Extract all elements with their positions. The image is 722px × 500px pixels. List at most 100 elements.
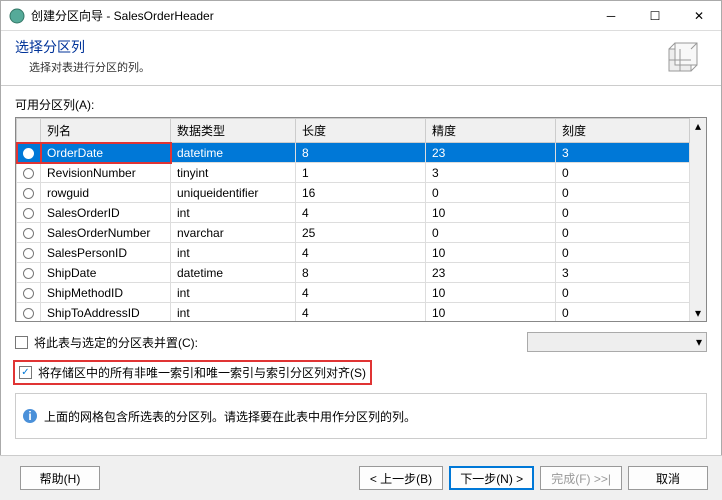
table-row[interactable]: OrderDate datetime 8 23 3	[17, 143, 690, 163]
table-row[interactable]: RevisionNumber tinyint 1 3 0	[17, 163, 690, 183]
cell-length: 4	[296, 203, 426, 223]
row-radio[interactable]	[17, 163, 41, 183]
cell-name: ShipDate	[41, 263, 171, 283]
partition-cube-icon	[663, 37, 703, 77]
cell-scale: 0	[556, 223, 690, 243]
cell-type: datetime	[171, 143, 296, 163]
row-radio[interactable]	[17, 183, 41, 203]
cell-name: rowguid	[41, 183, 171, 203]
app-icon	[9, 8, 25, 24]
table-row[interactable]: SalesPersonID int 4 10 0	[17, 243, 690, 263]
help-button[interactable]: 帮助(H)	[20, 466, 100, 490]
next-button[interactable]: 下一步(N) >	[449, 466, 534, 490]
cell-type: uniqueidentifier	[171, 183, 296, 203]
table-row[interactable]: SalesOrderNumber nvarchar 25 0 0	[17, 223, 690, 243]
col-header-length[interactable]: 长度	[296, 119, 426, 143]
titlebar: 创建分区向导 - SalesOrderHeader ─ ☐ ✕	[1, 1, 721, 31]
cell-name: ShipToAddressID	[41, 303, 171, 323]
cell-precision: 0	[426, 223, 556, 243]
cell-precision: 0	[426, 183, 556, 203]
cell-name: SalesOrderNumber	[41, 223, 171, 243]
collocate-label: 将此表与选定的分区表并置(C):	[34, 334, 198, 351]
col-header-scale[interactable]: 刻度	[556, 119, 690, 143]
cell-length: 4	[296, 303, 426, 323]
cell-precision: 23	[426, 143, 556, 163]
maximize-button[interactable]: ☐	[633, 1, 677, 31]
align-indexes-label: 将存储区中的所有非唯一索引和唯一索引与索引分区列对齐(S)	[38, 364, 366, 381]
table-row[interactable]: rowguid uniqueidentifier 16 0 0	[17, 183, 690, 203]
row-radio[interactable]	[17, 303, 41, 323]
table-row[interactable]: ShipDate datetime 8 23 3	[17, 263, 690, 283]
cell-scale: 0	[556, 183, 690, 203]
cell-scale: 0	[556, 203, 690, 223]
cell-length: 4	[296, 283, 426, 303]
info-text: 上面的网格包含所选表的分区列。请选择要在此表中用作分区列的列。	[44, 408, 416, 425]
scroll-down-icon[interactable]: ▾	[690, 305, 706, 321]
row-radio[interactable]	[17, 283, 41, 303]
cell-precision: 10	[426, 243, 556, 263]
info-icon: i	[22, 408, 38, 424]
columns-table: 列名 数据类型 长度 精度 刻度 OrderDate datetime 8 23…	[15, 117, 707, 322]
cell-precision: 10	[426, 283, 556, 303]
cell-name: SalesPersonID	[41, 243, 171, 263]
row-radio[interactable]	[17, 143, 41, 163]
cell-type: nvarchar	[171, 223, 296, 243]
cell-scale: 0	[556, 283, 690, 303]
table-row[interactable]: SalesOrderID int 4 10 0	[17, 203, 690, 223]
row-radio[interactable]	[17, 243, 41, 263]
cell-name: RevisionNumber	[41, 163, 171, 183]
cell-length: 4	[296, 243, 426, 263]
cell-type: tinyint	[171, 163, 296, 183]
wizard-header: 选择分区列 选择对表进行分区的列。	[1, 31, 721, 86]
svg-text:i: i	[28, 409, 31, 423]
row-radio[interactable]	[17, 223, 41, 243]
cell-scale: 0	[556, 303, 690, 323]
cell-length: 1	[296, 163, 426, 183]
col-header-name[interactable]: 列名	[41, 119, 171, 143]
collocate-checkbox[interactable]	[15, 336, 28, 349]
cell-precision: 3	[426, 163, 556, 183]
align-indexes-checkbox-row[interactable]: 将存储区中的所有非唯一索引和唯一索引与索引分区列对齐(S)	[15, 362, 370, 383]
cell-scale: 0	[556, 243, 690, 263]
collocate-checkbox-row[interactable]: 将此表与选定的分区表并置(C): ▾	[15, 332, 707, 352]
cell-type: int	[171, 283, 296, 303]
minimize-button[interactable]: ─	[589, 1, 633, 31]
cell-precision: 23	[426, 263, 556, 283]
cell-scale: 0	[556, 163, 690, 183]
table-row[interactable]: ShipMethodID int 4 10 0	[17, 283, 690, 303]
scroll-up-icon[interactable]: ▴	[690, 118, 706, 134]
cell-name: SalesOrderID	[41, 203, 171, 223]
window-title: 创建分区向导 - SalesOrderHeader	[31, 7, 589, 24]
cell-name: ShipMethodID	[41, 283, 171, 303]
finish-button: 完成(F) >>|	[540, 466, 622, 490]
cell-type: int	[171, 243, 296, 263]
cell-scale: 3	[556, 263, 690, 283]
page-heading: 选择分区列	[15, 37, 663, 57]
row-radio[interactable]	[17, 203, 41, 223]
wizard-footer: 帮助(H) < 上一步(B) 下一步(N) > 完成(F) >>| 取消	[0, 455, 722, 500]
table-row[interactable]: ShipToAddressID int 4 10 0	[17, 303, 690, 323]
col-header-type[interactable]: 数据类型	[171, 119, 296, 143]
cell-length: 8	[296, 263, 426, 283]
table-header-row: 列名 数据类型 长度 精度 刻度	[17, 119, 690, 143]
close-button[interactable]: ✕	[677, 1, 721, 31]
row-radio[interactable]	[17, 263, 41, 283]
available-columns-label: 可用分区列(A):	[15, 96, 707, 113]
chevron-down-icon: ▾	[696, 335, 702, 349]
cell-type: int	[171, 303, 296, 323]
page-subheading: 选择对表进行分区的列。	[15, 59, 663, 75]
align-indexes-checkbox[interactable]	[19, 366, 32, 379]
cell-name: OrderDate	[41, 143, 171, 163]
cancel-button[interactable]: 取消	[628, 466, 708, 490]
cell-length: 25	[296, 223, 426, 243]
collocate-dropdown[interactable]: ▾	[527, 332, 707, 352]
table-scrollbar[interactable]: ▴ ▾	[690, 118, 706, 321]
cell-precision: 10	[426, 303, 556, 323]
cell-precision: 10	[426, 203, 556, 223]
back-button[interactable]: < 上一步(B)	[359, 466, 443, 490]
info-panel: i 上面的网格包含所选表的分区列。请选择要在此表中用作分区列的列。	[15, 393, 707, 439]
cell-type: int	[171, 203, 296, 223]
col-header-precision[interactable]: 精度	[426, 119, 556, 143]
cell-scale: 3	[556, 143, 690, 163]
cell-length: 8	[296, 143, 426, 163]
